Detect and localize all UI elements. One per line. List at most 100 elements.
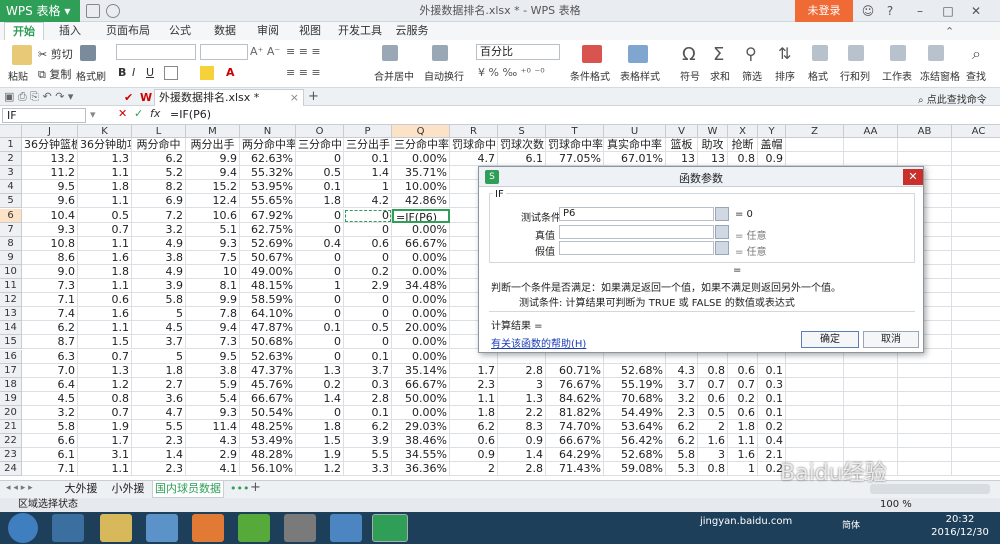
table-cell[interactable]: 9.3 [186,405,240,420]
table-cell[interactable]: 29.03% [392,420,450,435]
row-header[interactable]: 12 [0,293,22,308]
table-cell[interactable]: 0.6 [698,391,728,406]
column-header[interactable]: U [604,125,666,138]
table-cell[interactable]: 2.7 [132,377,186,392]
table-cell[interactable]: 1.8 [728,420,758,435]
table-cell[interactable]: 5.8 [666,448,698,463]
row-header[interactable]: 8 [0,236,22,251]
table-cell[interactable]: 0.00% [392,405,450,420]
skin-icon[interactable]: ☺ [858,2,878,20]
help-link[interactable]: 有关该函数的帮助(H) [491,335,586,350]
name-box[interactable]: IF [2,108,86,123]
table-cell[interactable]: 2.9 [186,448,240,463]
help-icon[interactable]: ? [880,2,900,20]
table-cell[interactable]: 67.92% [240,208,296,223]
table-cell[interactable]: 52.69% [240,236,296,251]
table-cell[interactable]: 4.2 [344,194,392,209]
column-header[interactable]: AA [844,125,898,138]
table-cell[interactable] [898,377,952,392]
table-cell[interactable]: 0.5 [78,208,132,223]
table-cell[interactable]: 4.7 [450,152,498,167]
column-header[interactable]: O [296,125,344,138]
table-cell[interactable]: 6.2 [22,321,78,336]
table-cell[interactable]: 7.5 [186,250,240,265]
row-header[interactable]: 16 [0,349,22,364]
table-cell[interactable]: 6.4 [22,377,78,392]
table-cell[interactable]: 7.1 [22,293,78,308]
table-cell[interactable] [898,434,952,449]
cancel-formula-icon[interactable]: ✕ [118,107,127,120]
table-cell[interactable]: 3.7 [666,377,698,392]
fx-button[interactable]: fx [150,107,160,120]
table-cell[interactable]: 0.00% [392,349,450,364]
merge-center-button[interactable]: 合并居中 [374,68,414,83]
sheet-tab-small[interactable]: 小外援 [106,481,150,498]
table-cell[interactable] [786,434,844,449]
header-cell[interactable]: 罚球次数 [498,138,546,153]
filter-button[interactable]: 筛选 [742,68,762,83]
row-header[interactable]: 4 [0,180,22,195]
fill-color-icon[interactable] [200,66,214,80]
header-cell[interactable] [786,138,844,153]
zoom-level[interactable]: 100 % [880,498,912,512]
table-cell[interactable]: 50.00% [392,391,450,406]
table-cell[interactable]: 62.75% [240,222,296,237]
column-header[interactable]: P [344,125,392,138]
table-cell[interactable]: 4.1 [186,462,240,477]
percent-icons[interactable]: ¥ % ‰ ⁺⁰ ⁻⁰ [478,66,545,79]
ok-button[interactable]: 确定 [801,331,859,348]
table-cell[interactable] [952,406,1000,420]
tab-close-icon[interactable]: × [290,90,299,106]
table-cell[interactable]: 0.7 [78,349,132,364]
table-cell[interactable]: 0.1 [758,405,786,420]
table-cell[interactable]: 0 [344,222,392,237]
table-cell[interactable] [952,307,1000,322]
table-cell[interactable] [898,363,952,378]
format-icon[interactable] [812,45,828,61]
sheet-nav-icons[interactable]: ◂ ◂ ▸ ▸ [6,483,33,493]
table-cell[interactable]: 0.9 [450,448,498,463]
table-cell[interactable]: 11.4 [186,420,240,435]
table-cell[interactable]: 1.4 [132,448,186,463]
table-cell[interactable]: 0.8 [698,462,728,477]
header-cell[interactable]: 三分出手 [344,138,392,153]
table-cell[interactable]: 7.2 [132,208,186,223]
table-cell[interactable]: 0 [296,250,344,265]
font-color-icon[interactable]: A [226,66,235,79]
table-cell[interactable]: 0.9 [498,434,546,449]
table-cell[interactable]: 6.1 [498,152,546,167]
paste-icon[interactable] [12,45,32,65]
select-all-corner[interactable] [0,125,22,138]
command-search[interactable]: ⌕ 点此查找命令 [918,91,987,106]
row-header[interactable]: 19 [0,391,22,406]
table-cell[interactable] [844,152,898,167]
sheet-tab-big[interactable]: 大外援 [58,481,104,498]
table-cell[interactable]: 9.0 [22,264,78,279]
table-cell[interactable] [898,462,952,477]
row-col-button[interactable]: 行和列 [840,68,870,83]
table-cell[interactable]: 1.3 [78,363,132,378]
italic-button[interactable]: I [132,66,135,79]
table-cell[interactable]: 0.7 [78,405,132,420]
table-cell[interactable]: 0.5 [296,166,344,181]
table-cell[interactable]: 13 [698,152,728,167]
table-cell[interactable] [952,392,1000,406]
table-cell[interactable]: 0.6 [344,236,392,251]
table-cell[interactable]: 62.63% [240,152,296,167]
table-cell[interactable]: 0.6 [728,405,758,420]
column-header[interactable]: S [498,125,546,138]
table-cell[interactable]: 52.68% [604,448,666,463]
table-cell[interactable] [952,237,1000,251]
table-cell[interactable] [898,420,952,435]
tab-cloud[interactable]: 云服务 [388,22,436,40]
table-cell[interactable] [952,378,1000,392]
table-cell[interactable]: 0.1 [296,321,344,336]
table-cell[interactable] [844,363,898,378]
row-header[interactable]: 15 [0,335,22,350]
table-cell[interactable] [786,391,844,406]
table-cell[interactable]: 1 [728,462,758,477]
table-cell[interactable]: 2.8 [344,391,392,406]
ribbon-collapse-icon[interactable]: ⌃ [945,25,954,38]
table-cell[interactable]: 3.8 [132,250,186,265]
table-cell[interactable] [952,434,1000,449]
